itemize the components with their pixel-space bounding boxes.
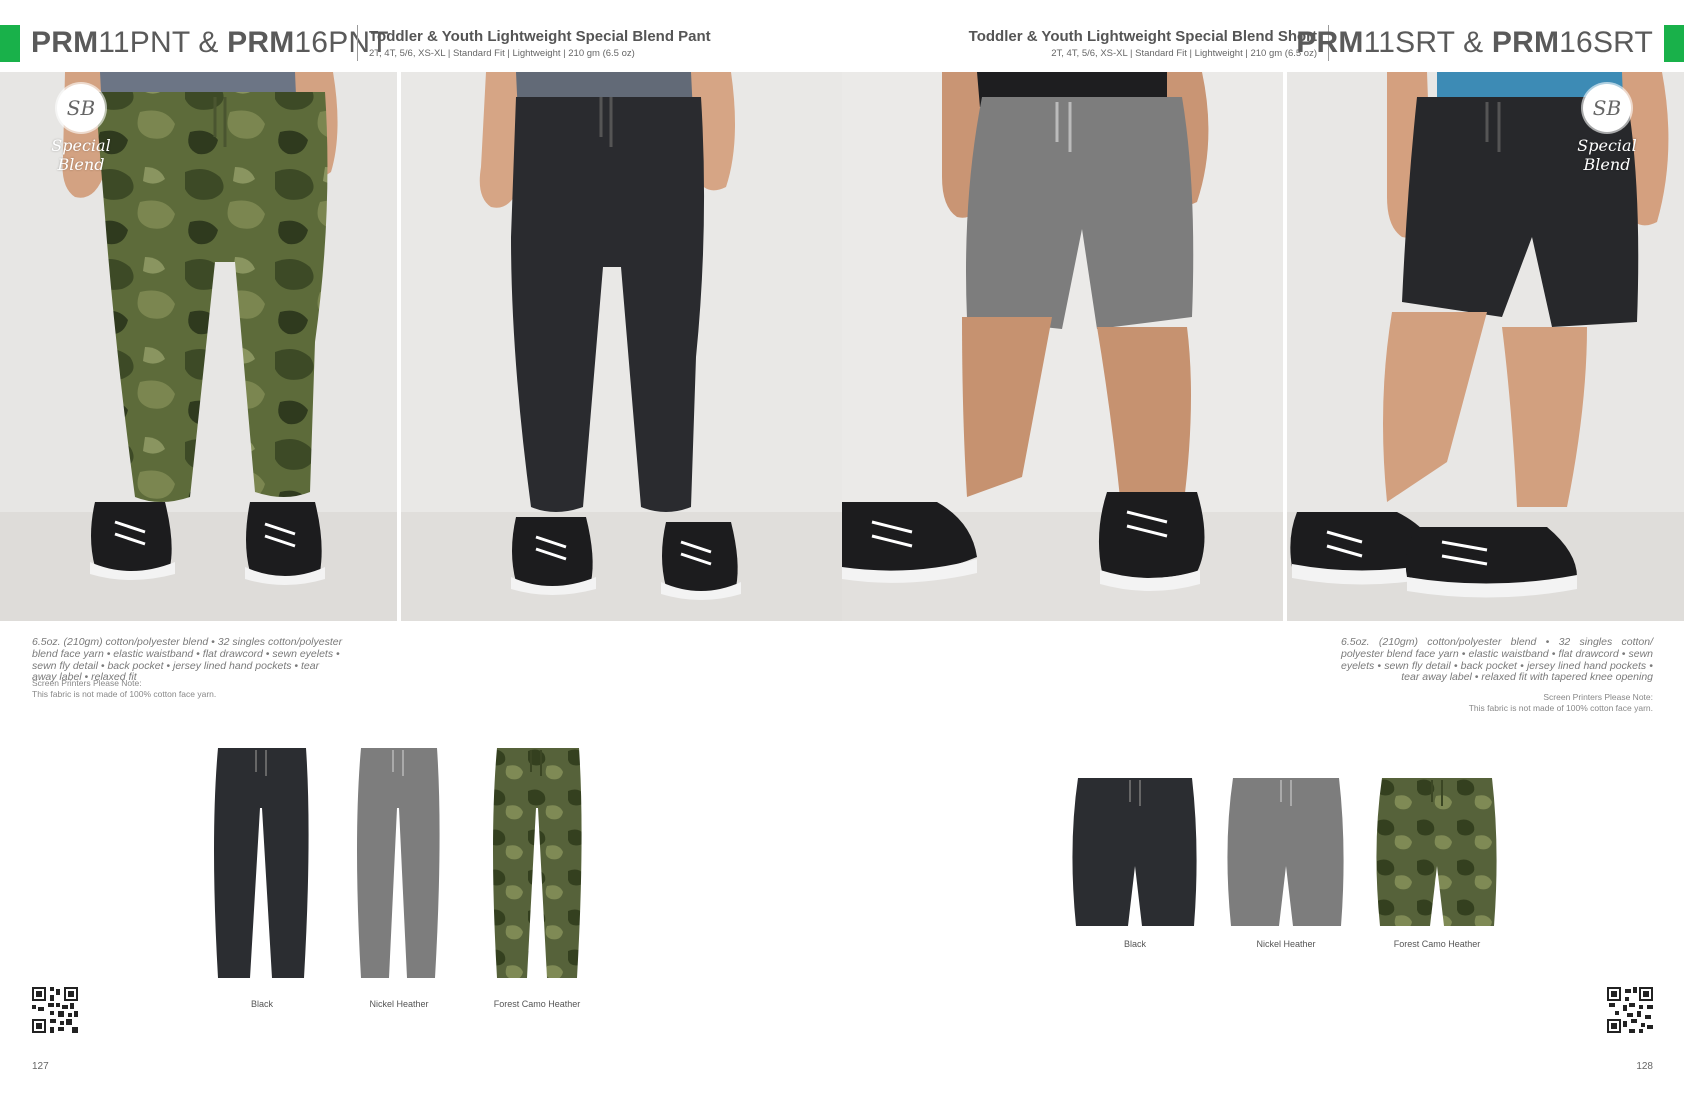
photo-grey-short	[842, 72, 1283, 621]
printer-note-title: Screen Printers Please Note:	[1543, 692, 1653, 702]
short-grey-icon	[1227, 778, 1344, 926]
product-header-right: Toddler & Youth Lightweight Special Blen…	[969, 28, 1317, 59]
printer-note-left: Screen Printers Please Note: This fabric…	[32, 678, 216, 699]
printer-note-right: Screen Printers Please Note: This fabric…	[1469, 692, 1653, 713]
model-number-left: PRM11PNT & PRM16PNT	[31, 26, 389, 59]
product-title-left: Toddler & Youth Lightweight Special Blen…	[369, 28, 711, 45]
swatch-label: Nickel Heather	[369, 999, 429, 1009]
pant-black-icon	[214, 748, 309, 978]
swatch-pant-forest-camo[interactable]: Forest Camo Heather	[485, 746, 589, 1009]
product-spec-right: 2T, 4T, 5/6, XS-XL | Standard Fit | Ligh…	[1051, 48, 1317, 59]
brand-script: Special Blend	[1577, 136, 1637, 174]
swatch-short-nickel-heather[interactable]: Nickel Heather	[1223, 776, 1349, 949]
photo-black-short: SB Special Blend	[1287, 72, 1684, 621]
green-accent-tab-left	[0, 25, 20, 62]
special-blend-logo-right: SB Special Blend	[1552, 84, 1662, 174]
photo-black-pant	[401, 72, 842, 621]
monogram-icon: SB	[1583, 84, 1631, 132]
swatch-short-forest-camo[interactable]: Forest Camo Heather	[1374, 776, 1500, 949]
page-number-left: 127	[32, 1061, 49, 1072]
brand-script: Special Blend	[51, 136, 111, 174]
swatch-label: Black	[250, 999, 273, 1009]
short-black-icon	[1072, 778, 1197, 926]
product-spec-left: 2T, 4T, 5/6, XS-XL | Standard Fit | Ligh…	[369, 48, 635, 59]
short-camo-icon	[1376, 778, 1497, 926]
pant-camo-icon	[493, 748, 582, 978]
page-number-right: 128	[1636, 1061, 1653, 1072]
printer-note-title: Screen Printers Please Note:	[32, 678, 142, 688]
swatch-pant-nickel-heather[interactable]: Nickel Heather	[347, 746, 451, 1009]
product-header-left: Toddler & Youth Lightweight Special Blen…	[369, 28, 711, 59]
monogram-icon: SB	[57, 84, 105, 132]
swatch-pant-black[interactable]: Black	[210, 746, 314, 1009]
pant-grey-icon	[357, 748, 440, 978]
swatch-label: Forest Camo Heather	[1393, 939, 1481, 949]
qr-code-icon-right[interactable]	[1607, 987, 1653, 1033]
product-description-right: 6.5oz. (210gm) cotton/polyester blend • …	[1341, 636, 1653, 684]
swatch-label: Nickel Heather	[1256, 939, 1316, 949]
swatch-label: Forest Camo Heather	[493, 999, 581, 1009]
qr-code-icon-left[interactable]	[32, 987, 78, 1033]
swatch-label: Black	[1123, 939, 1146, 949]
green-accent-tab-right	[1664, 25, 1684, 62]
printer-note-body: This fabric is not made of 100% cotton f…	[32, 688, 217, 699]
product-title-right: Toddler & Youth Lightweight Special Blen…	[968, 28, 1317, 45]
printer-note-body: This fabric is not made of 100% cotton f…	[1468, 702, 1653, 713]
swatch-short-black[interactable]: Black	[1072, 776, 1198, 949]
photo-camo-pant: SB Special Blend	[0, 72, 397, 621]
model-number-right: PRM11SRT & PRM16SRT	[1296, 26, 1653, 59]
special-blend-logo-left: SB Special Blend	[26, 84, 136, 174]
header-divider-left	[357, 25, 358, 61]
